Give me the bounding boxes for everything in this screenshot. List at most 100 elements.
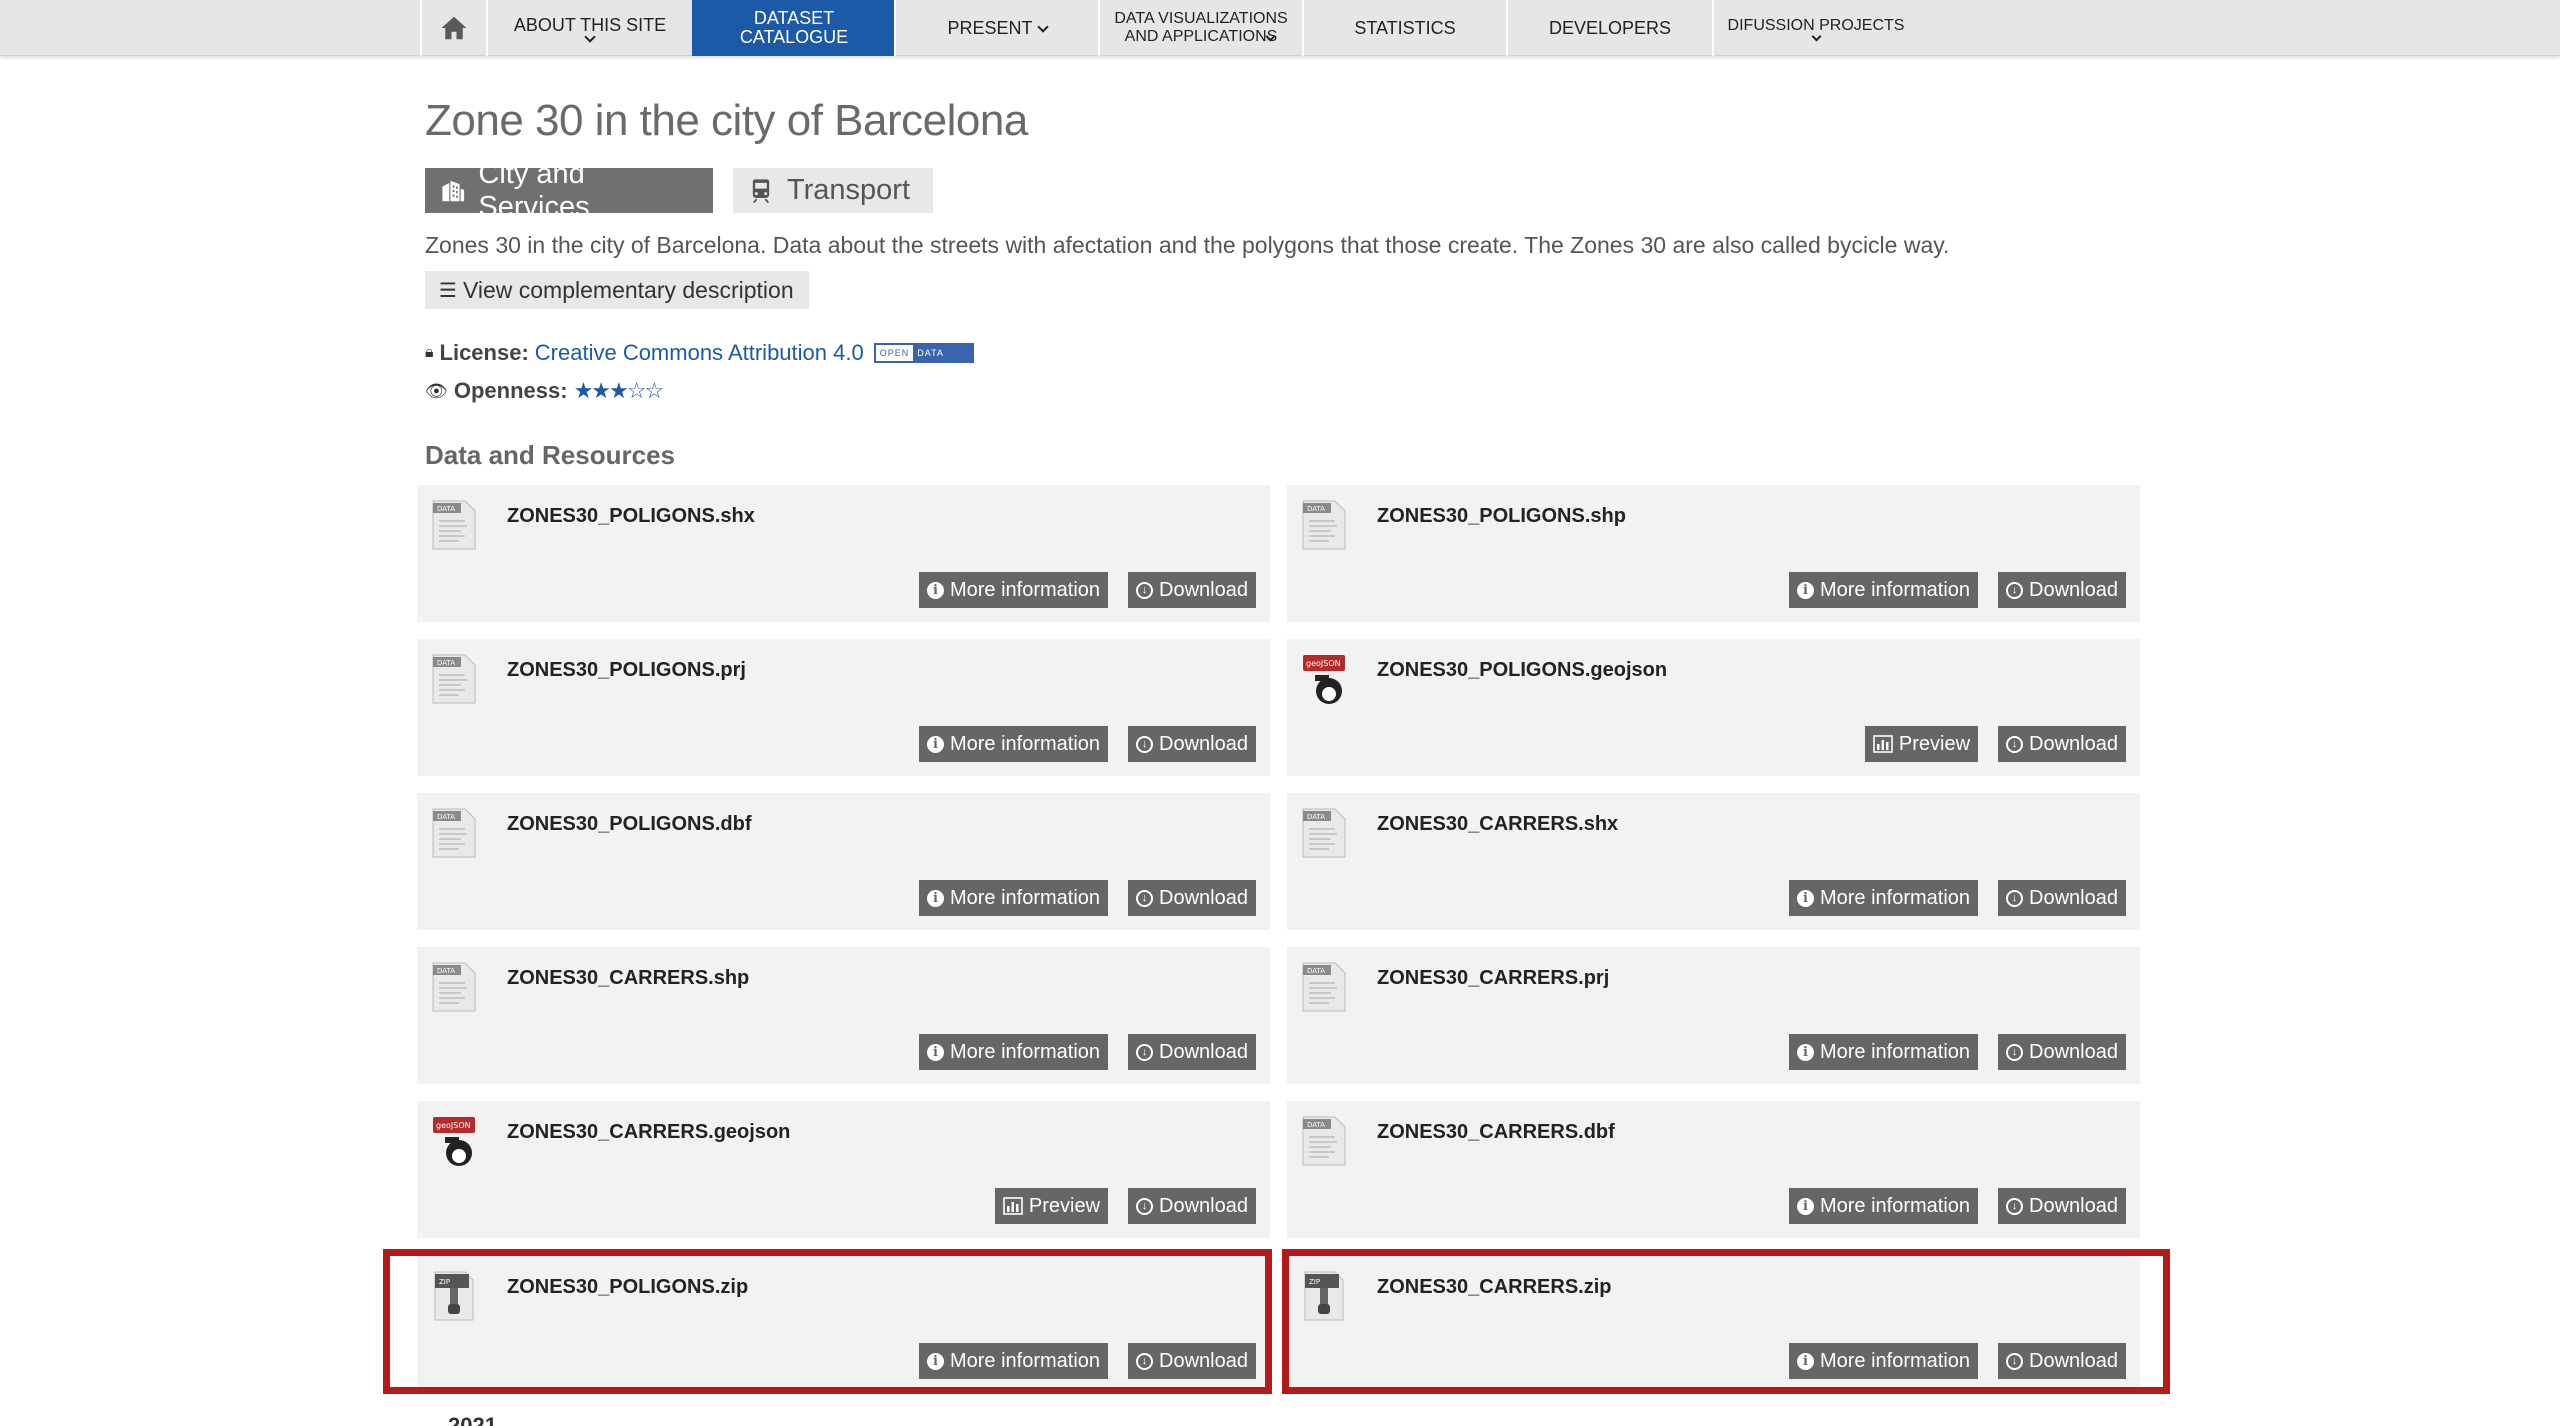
nav-developers[interactable]: DEVELOPERS [1506,0,1712,56]
download-label: Download [2029,1040,2118,1063]
preview-button[interactable]: Preview [994,1188,1109,1224]
nav-present[interactable]: PRESENT [894,0,1098,56]
top-navigation: ABOUT THIS SITE DATASET CATALOGUE PRESEN… [0,0,2560,56]
info-icon: i [926,735,944,753]
data-file-icon: DATA [1302,1116,1346,1166]
nav-dataviz-label: DATA VISUALIZATIONS AND APPLICATIONS [1114,10,1288,45]
train-icon [752,178,770,203]
download-label: Download [1159,732,1248,755]
data-file-icon: DATA [1302,962,1346,1012]
svg-text:DATA: DATA [437,505,455,513]
resource-name[interactable]: ZONES30_POLIGONS.prj [507,659,746,682]
download-icon: ↓ [2006,1197,2024,1215]
resource-actions: i More information ↓ Download [1788,1034,2126,1070]
info-icon: i [1796,1197,1814,1215]
resource-actions: i More information ↓ Download [1788,880,2126,916]
more-information-button[interactable]: i More information [918,726,1109,762]
more-information-button[interactable]: i More information [918,880,1109,916]
nav-about-this-site[interactable]: ABOUT THIS SITE [486,0,692,56]
more-information-button[interactable]: i More information [1788,572,1979,608]
action-label: More information [1819,1040,1971,1063]
resource-name[interactable]: ZONES30_CARRERS.shx [1377,813,1618,836]
download-icon: ↓ [2006,581,2024,599]
more-information-button[interactable]: i More information [1788,1188,1979,1224]
download-button[interactable]: ↓ Download [1128,1034,1256,1070]
tag-city-and-services[interactable]: City and Services [425,158,713,223]
preview-button[interactable]: Preview [1864,726,1979,762]
nav-dataset-catalogue[interactable]: DATASET CATALOGUE [692,0,894,56]
download-label: Download [2029,1194,2118,1217]
complementary-label: View complementary description [462,276,794,303]
download-button[interactable]: ↓ Download [1998,880,2126,916]
download-button[interactable]: ↓ Download [1128,880,1256,916]
resource-name[interactable]: ZONES30_CARRERS.geojson [507,1121,790,1144]
license-link[interactable]: Creative Commons Attribution 4.0 [535,340,864,366]
download-icon: ↓ [1136,1197,1154,1215]
geojson-icon: geoJSON [1303,655,1345,704]
nav-data-visualizations[interactable]: DATA VISUALIZATIONS AND APPLICATIONS [1098,0,1302,56]
download-button[interactable]: ↓ Download [1128,1188,1256,1224]
home-icon [441,16,467,40]
badge-open-text: OPEN [875,345,914,361]
nav-statistics[interactable]: STATISTICS [1302,0,1506,56]
resource-name[interactable]: ZONES30_CARRERS.dbf [1377,1121,1615,1144]
info-icon: i [926,1043,944,1061]
buildings-icon [442,180,465,201]
nav-difussion-projects[interactable]: DIFUSSION PROJECTS [1712,0,1918,56]
action-label: Preview [1898,732,1971,755]
download-button[interactable]: ↓ Download [1128,572,1256,608]
more-information-button[interactable]: i More information [918,1034,1109,1070]
data-file-icon: DATA [1302,500,1346,550]
resource-name[interactable]: ZONES30_POLIGONS.geojson [1377,659,1667,682]
resource-card: DATA ZONES30_CARRERS.dbfi More information… [1287,1101,2140,1238]
resource-name[interactable]: ZONES30_POLIGONS.shx [507,505,755,528]
resource-name[interactable]: ZONES30_POLIGONS.dbf [507,813,751,836]
resource-actions: i More information ↓ Download [918,572,1256,608]
nav-developers-label: DEVELOPERS [1548,17,1672,38]
svg-text:geoJSON: geoJSON [436,1121,471,1130]
download-button[interactable]: ↓ Download [1998,1188,2126,1224]
info-icon: i [1796,581,1814,599]
resource-actions: i More information ↓ Download [918,880,1256,916]
license-row: 🔒︎ License: Creative Commons Attribution… [425,340,974,366]
resource-name[interactable]: ZONES30_CARRERS.prj [1377,967,1609,990]
view-complementary-description-button[interactable]: ☰ View complementary description [425,271,809,309]
download-button[interactable]: ↓ Download [1128,726,1256,762]
action-label: More information [1819,1194,1971,1217]
resource-actions: i More information ↓ Download [1788,1188,2126,1224]
svg-text:DATA: DATA [1307,967,1325,975]
nav-present-label: PRESENT [947,17,1033,38]
download-button[interactable]: ↓ Download [1998,1034,2126,1070]
info-icon: i [1796,1043,1814,1061]
lock-icon: 🔒︎ [425,344,434,361]
resource-card: DATA ZONES30_POLIGONS.shp i More informatio… [1287,485,2140,622]
action-label: More information [949,578,1101,601]
resource-name[interactable]: ZONES30_CARRERS.shp [507,967,749,990]
action-label: More information [949,886,1101,909]
resource-card: DATA ZONES30_CARRERS.prji More information… [1287,947,2140,1084]
more-information-button[interactable]: i More information [1788,1034,1979,1070]
download-button[interactable]: ↓ Download [1998,726,2126,762]
home-nav-button[interactable] [420,0,486,56]
tag-transport[interactable]: Transport [733,168,933,213]
resource-name[interactable]: ZONES30_POLIGONS.shp [1377,505,1626,528]
download-label: Download [1159,886,1248,909]
svg-text:DATA: DATA [437,967,455,975]
nav-statistics-label: STATISTICS [1354,17,1456,38]
svg-text:DATA: DATA [1307,813,1325,821]
download-icon: ↓ [1136,735,1154,753]
badge-data-text: DATA [913,345,972,361]
geojson-icon: geoJSON [433,1117,475,1166]
resource-card: geoJSON ZONES30_CARRERS.geojson Preview ↓ Do… [417,1101,1270,1238]
download-icon: ↓ [1136,1043,1154,1061]
resource-actions: Preview ↓ Download [1864,726,2126,762]
download-button[interactable]: ↓ Download [1998,572,2126,608]
chevron-down-icon [1036,21,1049,33]
download-label: Download [1159,1040,1248,1063]
download-icon: ↓ [1136,581,1154,599]
action-label: More information [1819,886,1971,909]
more-information-button[interactable]: i More information [918,572,1109,608]
more-information-button[interactable]: i More information [1788,880,1979,916]
action-label: More information [949,1040,1101,1063]
tag-city-label: City and Services [478,157,590,223]
